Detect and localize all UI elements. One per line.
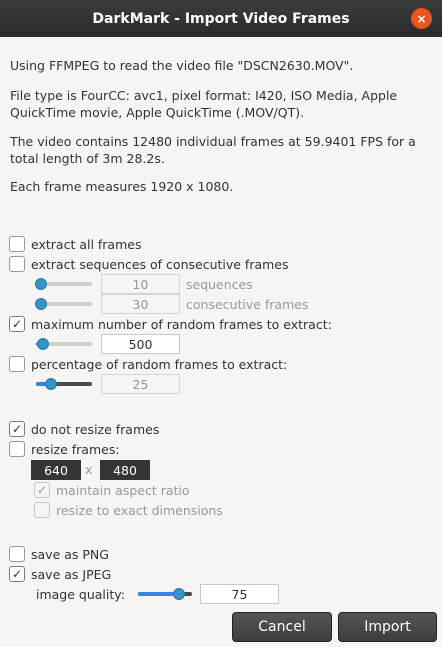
resize-frames-checkbox[interactable] [9, 441, 25, 457]
info-filetype: File type is FourCC: avc1, pixel format:… [10, 88, 398, 120]
exact-dimensions-checkbox[interactable] [34, 502, 50, 518]
percentage-slider-knob[interactable] [45, 378, 57, 390]
max-random-slider-knob[interactable] [37, 338, 49, 350]
consecutive-slider[interactable] [35, 298, 92, 310]
close-icon[interactable]: × [411, 8, 432, 29]
percentage-checkbox[interactable] [9, 356, 25, 372]
resize-width-input[interactable]: 640 [31, 460, 81, 480]
image-quality-input[interactable]: 75 [200, 584, 279, 604]
max-random-slider[interactable] [36, 338, 92, 350]
resize-separator: x [85, 462, 93, 477]
resize-height-input[interactable]: 480 [100, 460, 150, 480]
extract-sequences-label: extract sequences of consecutive frames [31, 257, 289, 272]
do-not-resize-checkbox[interactable]: ✓ [9, 421, 25, 437]
extract-all-frames-label: extract all frames [31, 237, 142, 252]
max-random-frames-label: maximum number of random frames to extra… [31, 317, 332, 332]
consecutive-slider-knob[interactable] [35, 298, 47, 310]
save-jpeg-label: save as JPEG [31, 567, 112, 582]
cancel-button[interactable]: Cancel [232, 612, 332, 642]
consecutive-unit-label: consecutive frames [186, 297, 309, 312]
image-quality-slider-knob[interactable] [173, 588, 185, 600]
percentage-slider[interactable] [36, 378, 92, 390]
save-png-checkbox[interactable] [9, 546, 25, 562]
sequences-unit-label: sequences [186, 277, 253, 292]
info-frames: The video contains 12480 individual fram… [10, 134, 416, 166]
info-dimensions: Each frame measures 1920 x 1080. [10, 179, 234, 194]
do-not-resize-label: do not resize frames [31, 422, 160, 437]
exact-dimensions-label: resize to exact dimensions [56, 503, 223, 518]
save-jpeg-checkbox[interactable]: ✓ [9, 566, 25, 582]
image-quality-slider[interactable] [138, 588, 192, 600]
percentage-label: percentage of random frames to extract: [31, 357, 288, 372]
max-random-frames-checkbox[interactable]: ✓ [9, 316, 25, 332]
window-title: DarkMark - Import Video Frames [92, 10, 350, 27]
sequences-input[interactable]: 10 [101, 274, 180, 294]
import-button[interactable]: Import [338, 612, 437, 642]
info-filename: Using FFMPEG to read the video file "DSC… [10, 58, 354, 73]
maintain-aspect-checkbox[interactable]: ✓ [34, 482, 50, 498]
max-random-input[interactable]: 500 [101, 334, 180, 354]
resize-frames-label: resize frames: [31, 442, 120, 457]
title-bar: DarkMark - Import Video Frames × [0, 0, 442, 37]
maintain-aspect-label: maintain aspect ratio [56, 483, 190, 498]
save-png-label: save as PNG [31, 547, 109, 562]
sequences-slider[interactable] [35, 278, 92, 290]
sequences-slider-knob[interactable] [35, 278, 47, 290]
percentage-input[interactable]: 25 [101, 374, 180, 394]
image-quality-label: image quality: [36, 587, 125, 602]
consecutive-input[interactable]: 30 [101, 294, 180, 314]
extract-all-frames-checkbox[interactable] [9, 236, 25, 252]
extract-sequences-checkbox[interactable] [9, 256, 25, 272]
